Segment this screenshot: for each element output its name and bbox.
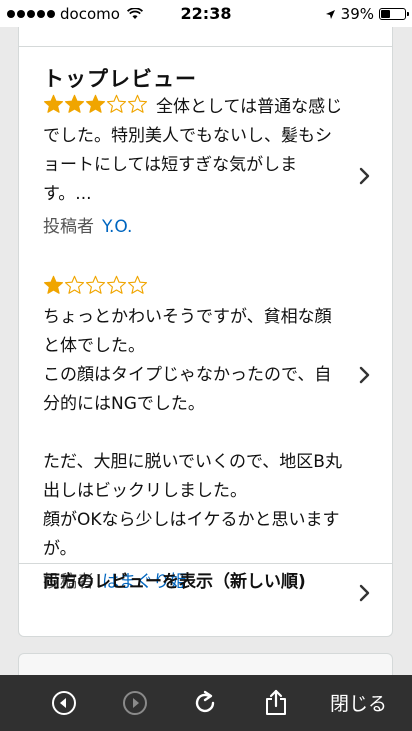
share-icon <box>266 689 286 715</box>
review-byline: 投稿者 Y.O. <box>43 213 343 242</box>
battery-percentage: 39% <box>340 5 374 23</box>
star-empty-icon <box>127 275 148 295</box>
byline-label: 投稿者 <box>43 217 94 237</box>
review-text: ちょっとかわいそうですが、貧相な顔と体でした。 この顔はタイプじゃなかったので、… <box>43 307 342 559</box>
close-button[interactable]: 閉じる <box>330 689 387 716</box>
chevron-right-icon[interactable] <box>358 365 372 385</box>
location-arrow-icon <box>325 9 335 19</box>
star-empty-icon <box>127 94 148 114</box>
back-arrow-icon <box>52 691 76 715</box>
share-button[interactable] <box>262 689 290 717</box>
forward-arrow-icon <box>123 691 147 715</box>
star-filled-icon <box>64 94 85 114</box>
star-empty-icon <box>64 275 85 295</box>
back-button[interactable] <box>50 689 78 717</box>
star-filled-icon <box>43 94 64 114</box>
chevron-right-icon[interactable] <box>358 583 372 603</box>
review-item[interactable]: ちょっとかわいそうですが、貧相な顔と体でした。 この顔はタイプじゃなかったので、… <box>43 274 343 597</box>
browser-toolbar: 閉じる <box>0 675 412 731</box>
reload-icon <box>195 690 215 713</box>
star-filled-icon <box>85 94 106 114</box>
review-item[interactable]: 全体としては普通な感じでした。特別美人でもないし、髪もショートにしては短すぎな気… <box>43 93 343 242</box>
star-empty-icon <box>85 275 106 295</box>
star-rating <box>43 94 148 114</box>
author-link[interactable]: Y.O. <box>102 217 132 237</box>
chevron-right-icon[interactable] <box>358 166 372 186</box>
star-filled-icon <box>43 275 64 295</box>
forward-button[interactable] <box>121 689 149 717</box>
show-both-reviews-link[interactable]: 両方のレビューを表示（新しい順) <box>43 568 333 597</box>
star-empty-icon <box>106 275 127 295</box>
reload-button[interactable] <box>191 689 219 717</box>
battery-icon <box>379 8 409 20</box>
status-bar: docomo 22:38 39% <box>0 0 412 27</box>
section-title: トップレビュー <box>43 67 197 91</box>
top-reviews-card: トップレビュー 全体としては普通な感じでした。特別美人でもないし、髪もショートに… <box>18 27 393 637</box>
star-empty-icon <box>106 94 127 114</box>
divider <box>19 563 392 564</box>
star-rating <box>43 275 148 295</box>
